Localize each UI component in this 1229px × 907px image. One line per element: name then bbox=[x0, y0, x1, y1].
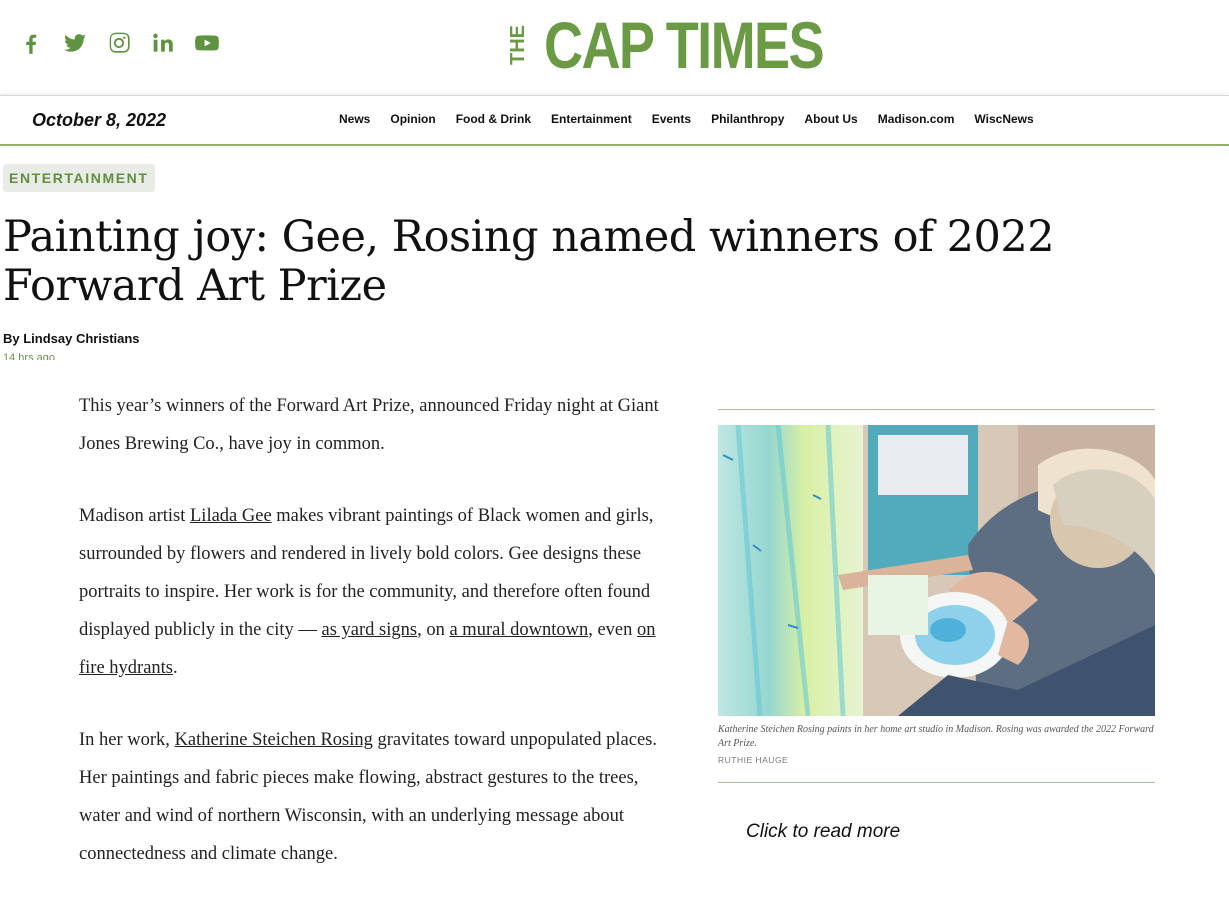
main-navbar: October 8, 2022 News Opinion Food & Drin… bbox=[0, 95, 1229, 146]
photo-illustration bbox=[718, 425, 1155, 716]
article-byline[interactable]: By Lindsay Christians bbox=[3, 331, 140, 346]
nav-item-opinion[interactable]: Opinion bbox=[390, 112, 435, 126]
text-span: In her work, bbox=[79, 730, 175, 750]
site-header: THE CAP TIMES bbox=[0, 0, 1229, 95]
text-span: . bbox=[173, 658, 178, 678]
nav-item-events[interactable]: Events bbox=[652, 112, 691, 126]
facebook-icon[interactable] bbox=[18, 30, 44, 56]
nav-item-philanthropy[interactable]: Philanthropy bbox=[711, 112, 784, 126]
link-mural-downtown[interactable]: a mural downtown bbox=[449, 620, 588, 640]
aside-divider-top bbox=[718, 409, 1155, 410]
paragraph-1: This year’s winners of the Forward Art P… bbox=[79, 396, 659, 454]
nav-item-wiscnews[interactable]: WiscNews bbox=[974, 112, 1033, 126]
article-timestamp: 14 hrs ago bbox=[3, 352, 55, 360]
logo-wordmark: CAP TIMES bbox=[544, 8, 825, 82]
article-aside: Katherine Steichen Rosing paints in her … bbox=[718, 409, 1155, 842]
text-span: Madison artist bbox=[79, 506, 190, 526]
link-lilada-gee[interactable]: Lilada Gee bbox=[190, 506, 272, 526]
nav-item-news[interactable]: News bbox=[339, 112, 370, 126]
logo-the: THE bbox=[506, 25, 529, 65]
nav-item-madison-com[interactable]: Madison.com bbox=[878, 112, 955, 126]
text-span: , even bbox=[588, 620, 638, 640]
nav-menu: News Opinion Food & Drink Entertainment … bbox=[339, 112, 1054, 126]
nav-item-entertainment[interactable]: Entertainment bbox=[551, 112, 632, 126]
paragraph-3: In her work, Katherine Steichen Rosing g… bbox=[79, 721, 679, 873]
photo-caption: Katherine Steichen Rosing paints in her … bbox=[718, 724, 1154, 749]
site-logo[interactable]: THE CAP TIMES bbox=[498, 8, 843, 82]
text-span: , on bbox=[417, 620, 450, 640]
linkedin-icon[interactable] bbox=[150, 30, 176, 56]
current-date: October 8, 2022 bbox=[32, 110, 167, 130]
category-badge[interactable]: ENTERTAINMENT bbox=[3, 164, 155, 192]
youtube-icon[interactable] bbox=[194, 30, 220, 56]
article-photo[interactable] bbox=[718, 425, 1155, 716]
link-katherine-steichen-rosing[interactable]: Katherine Steichen Rosing bbox=[175, 730, 373, 750]
text-span: gravitates toward unpopulated places. He… bbox=[79, 730, 657, 864]
article-headline: Painting joy: Gee, Rosing named winners … bbox=[3, 212, 1055, 311]
article-body: This year’s winners of the Forward Art P… bbox=[79, 387, 679, 907]
twitter-icon[interactable] bbox=[62, 30, 88, 56]
social-links bbox=[18, 30, 220, 56]
nav-item-about-us[interactable]: About Us bbox=[804, 112, 857, 126]
read-more-link[interactable]: Click to read more bbox=[746, 821, 900, 843]
paragraph-2: Madison artist Lilada Gee makes vibrant … bbox=[79, 497, 679, 687]
instagram-icon[interactable] bbox=[106, 30, 132, 56]
photo-credit: RUTHIE HAUGE bbox=[718, 755, 789, 765]
aside-divider-bottom bbox=[718, 782, 1155, 783]
nav-item-food-drink[interactable]: Food & Drink bbox=[456, 112, 531, 126]
link-yard-signs[interactable]: as yard signs bbox=[322, 620, 418, 640]
